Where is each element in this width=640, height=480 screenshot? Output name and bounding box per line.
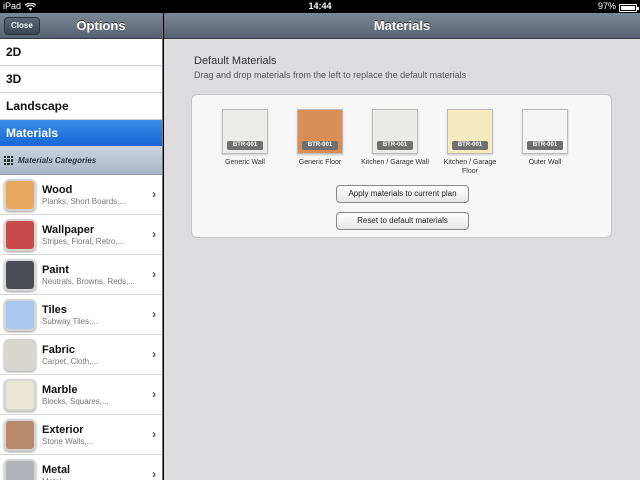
category-subtitle: Stone Walls,... [42, 436, 94, 446]
material-code: BTR-001 [302, 141, 338, 150]
categories-header: Materials Categories [0, 147, 162, 175]
material-swatch[interactable]: BTR-001 [297, 109, 343, 154]
category-name: Paint [42, 263, 69, 276]
material-slot[interactable]: BTR-001 Kitchen / Garage Wall [361, 109, 429, 176]
material-slot[interactable]: BTR-001 Outer Wall [522, 109, 568, 176]
category-subtitle: Carpet, Cloth,... [42, 356, 99, 366]
category-thumbnail [4, 418, 36, 451]
category-row-paint[interactable]: Paint Neutrals, Browns, Reds,... › [0, 255, 162, 295]
options-navbar: Close Options [0, 13, 162, 39]
clock: 14:44 [308, 1, 332, 11]
category-subtitle: Metal,... [42, 477, 142, 480]
battery-icon [619, 3, 639, 12]
chevron-right-icon: › [152, 227, 156, 241]
category-row-tiles[interactable]: Tiles Subway Tiles,... › [0, 295, 162, 335]
default-materials-card: BTR-001 Generic Wall BTR-001 Generic Floor B… [191, 94, 612, 238]
chevron-right-icon: › [152, 467, 156, 480]
material-swatches: BTR-001 Generic Wall BTR-001 Generic Floor B… [222, 109, 568, 176]
material-slot[interactable]: BTR-001 Generic Wall [222, 109, 268, 176]
material-code: BTR-001 [377, 141, 413, 150]
section-instructions: Drag and drop materials from the left to… [194, 70, 467, 80]
chevron-right-icon: › [152, 387, 156, 401]
grid-icon [4, 156, 13, 165]
category-subtitle: Blocks, Squares,... [42, 396, 109, 406]
category-row-metal[interactable]: MetalMetal,... › [0, 455, 162, 480]
close-button[interactable]: Close [4, 17, 40, 35]
category-list: Wood Planks, Short Boards,... › Wallpaper St… [0, 175, 162, 480]
chevron-right-icon: › [152, 347, 156, 361]
material-label: Generic Floor [298, 159, 342, 166]
reset-materials-button[interactable]: Reset to default materials [336, 212, 469, 230]
material-label: Outer Wall [528, 159, 562, 166]
category-subtitle: Neutrals, Browns, Reds,... [42, 276, 135, 286]
material-slot[interactable]: BTR-001 Kitchen / Garage Floor [444, 109, 496, 176]
material-slot[interactable]: BTR-001 Generic Floor [297, 109, 343, 176]
category-name: Metal [42, 463, 71, 476]
category-row-marble[interactable]: Marble Blocks, Squares,... › [0, 375, 162, 415]
category-subtitle: Stripes, Floral, Retro,... [42, 236, 125, 246]
category-subtitle: Subway Tiles,... [42, 316, 99, 326]
nav-item-landscape[interactable]: Landscape [0, 93, 162, 120]
category-thumbnail [4, 178, 36, 211]
material-swatch[interactable]: BTR-001 [372, 109, 418, 154]
chevron-right-icon: › [152, 307, 156, 321]
apply-materials-button[interactable]: Apply materials to current plan [336, 185, 469, 203]
material-swatch[interactable]: BTR-001 [222, 109, 268, 154]
material-code: BTR-001 [527, 141, 563, 150]
category-thumbnail [4, 298, 36, 331]
categories-header-label: Materials Categories [18, 156, 97, 165]
category-thumbnail [4, 258, 36, 291]
chevron-right-icon: › [152, 267, 156, 281]
material-code: BTR-001 [452, 141, 488, 150]
category-row-wood[interactable]: Wood Planks, Short Boards,... › [0, 175, 162, 215]
status-bar: iPad 14:44 97% [0, 0, 640, 13]
category-name: Tiles [42, 303, 67, 316]
category-name: Wood [42, 183, 73, 196]
material-label: Kitchen / Garage Wall [361, 159, 429, 166]
category-name: Fabric [42, 343, 76, 356]
options-panel: Close Options 2D 3D Landscape Materials … [0, 13, 163, 480]
materials-panel: Materials Default Materials Drag and dro… [164, 13, 640, 480]
chevron-right-icon: › [152, 427, 156, 441]
battery-percent: 97% [597, 1, 616, 11]
category-name: Marble [42, 383, 78, 396]
category-thumbnail [4, 458, 36, 480]
material-swatch[interactable]: BTR-001 [447, 109, 493, 154]
category-row-fabric[interactable]: Fabric Carpet, Cloth,... › [0, 335, 162, 375]
category-name: Exterior [42, 423, 84, 436]
materials-title: Materials [164, 13, 640, 39]
options-title: Options [76, 18, 126, 33]
chevron-right-icon: › [152, 187, 156, 201]
category-name: Wallpaper [42, 223, 95, 236]
section-title: Default Materials [194, 55, 277, 67]
category-subtitle: Planks, Short Boards,... [42, 196, 127, 206]
material-code: BTR-001 [227, 141, 263, 150]
category-thumbnail [4, 338, 36, 371]
nav-item-3d[interactable]: 3D [0, 66, 162, 93]
category-row-wallpaper[interactable]: Wallpaper Stripes, Floral, Retro,... › [0, 215, 162, 255]
nav-item-2d[interactable]: 2D [0, 39, 162, 66]
category-thumbnail [4, 378, 36, 411]
category-thumbnail [4, 218, 36, 251]
category-row-exterior[interactable]: Exterior Stone Walls,... › [0, 415, 162, 455]
nav-item-materials[interactable]: Materials [0, 120, 162, 147]
material-label: Kitchen / Garage Floor [443, 159, 497, 175]
material-swatch[interactable]: BTR-001 [522, 109, 568, 154]
material-label: Generic Wall [225, 159, 265, 166]
